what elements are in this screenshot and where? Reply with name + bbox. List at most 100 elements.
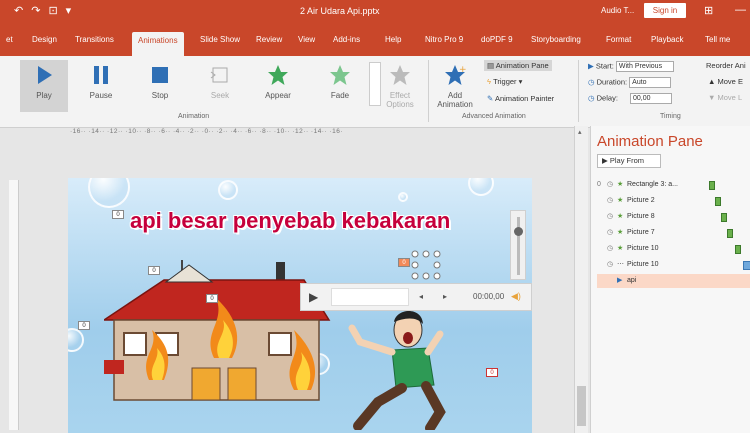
seek-button[interactable]: Seek — [196, 60, 244, 112]
play-from-button[interactable]: ▶ Play From — [597, 154, 661, 168]
animation-item[interactable]: ◷ ★ Picture 10 — [597, 242, 750, 256]
clock-icon: ◷ — [607, 261, 614, 268]
group-label-timing: Timing — [660, 113, 681, 120]
stop-icon — [152, 67, 168, 83]
tab-dopdf[interactable]: doPDF 9 — [481, 35, 513, 44]
start-control: ▶ Start: With Previous — [588, 61, 674, 72]
animation-tag: 0 — [112, 210, 124, 219]
add-animation-button[interactable]: + Add Animation — [432, 60, 478, 112]
media-play-icon[interactable]: ▶ — [309, 290, 318, 304]
speaker-icon[interactable]: ◀) — [511, 291, 521, 302]
stop-button[interactable]: Stop — [136, 60, 184, 112]
volume-slider[interactable] — [510, 210, 526, 280]
start-select[interactable]: With Previous — [615, 61, 674, 72]
fade-star-icon — [330, 65, 350, 85]
volume-thumb[interactable] — [514, 227, 523, 236]
tab-storyboarding[interactable]: Storyboarding — [531, 35, 581, 44]
tab-slide-show[interactable]: Slide Show — [200, 35, 240, 44]
media-forward-icon[interactable]: ▸ — [443, 292, 447, 301]
start-icon: ▶ — [588, 61, 596, 71]
trigger-button[interactable]: ϟ Trigger ▾ — [487, 77, 522, 86]
gallery-scroll[interactable] — [369, 62, 381, 106]
vertical-scrollbar[interactable]: ▴ — [574, 126, 588, 433]
sign-in-button[interactable]: Sign in — [644, 3, 686, 18]
redo-icon[interactable]: ↷ — [31, 4, 40, 17]
appear-star-icon — [268, 65, 288, 85]
duration-field[interactable]: Auto — [629, 77, 672, 88]
tab-view[interactable]: View — [298, 35, 315, 44]
tab-design[interactable]: Design — [32, 35, 57, 44]
animation-painter-button[interactable]: ✎ Animation Painter — [487, 94, 554, 103]
media-player-bar: ▶ ◂ ▸ 00:00,00 ◀) — [300, 283, 532, 311]
document-title: 2 Air Udara Api.pptx — [300, 6, 380, 16]
media-progress-track[interactable] — [331, 288, 409, 306]
tab-add-ins[interactable]: Add-ins — [333, 35, 360, 44]
play-button[interactable]: Play — [20, 60, 68, 112]
delay-clock-icon: ◷ — [588, 93, 597, 103]
animation-tag: 0 — [486, 368, 498, 377]
customize-qat-icon[interactable]: ▾ — [66, 4, 72, 17]
undo-icon[interactable]: ↶ — [14, 4, 23, 17]
tab-tell-me[interactable]: Tell me — [705, 35, 730, 44]
delay-field[interactable]: 00,00 — [630, 93, 672, 104]
media-back-icon[interactable]: ◂ — [419, 292, 423, 301]
fade-effect[interactable]: Fade — [316, 60, 364, 112]
group-separator — [428, 60, 429, 122]
effect-options-button[interactable]: Effect Options — [381, 60, 419, 112]
burning-house-image[interactable] — [104, 260, 334, 405]
tab-help[interactable]: Help — [385, 35, 401, 44]
animation-item[interactable]: 0 ◷ ★ Rectangle 3: a... — [597, 178, 750, 192]
move-up-icon: ▲ — [708, 77, 718, 86]
entrance-star-icon: ★ — [617, 213, 624, 220]
tab-format[interactable]: Format — [606, 35, 631, 44]
clock-icon: ◷ — [607, 213, 614, 220]
entrance-star-icon: ★ — [617, 245, 624, 252]
timeline-bar — [727, 229, 733, 238]
appear-effect[interactable]: Appear — [254, 60, 302, 112]
entrance-star-icon: ★ — [617, 181, 624, 188]
minimize-button[interactable]: — — [735, 4, 746, 16]
animation-item[interactable]: ◷ ★ Picture 2 — [597, 194, 750, 208]
timeline-bar — [709, 181, 715, 190]
quick-access-toolbar: ↶ ↷ ⊡ ▾ — [14, 4, 71, 17]
animation-pane-button[interactable]: ▤ Animation Pane — [484, 60, 552, 71]
bubble-decoration — [68, 328, 84, 352]
animation-tag: 0 — [148, 266, 160, 275]
tab-design-partial[interactable]: et — [6, 35, 13, 44]
svg-text:+: + — [459, 65, 466, 75]
media-play-icon: ▶ — [617, 277, 623, 284]
scroll-up-icon[interactable]: ▴ — [578, 128, 582, 136]
entrance-star-icon: ★ — [617, 197, 624, 204]
tab-animations[interactable]: Animations — [132, 32, 184, 56]
seek-icon — [210, 67, 228, 83]
tab-nitro-pro[interactable]: Nitro Pro 9 — [425, 35, 463, 44]
tab-transitions[interactable]: Transitions — [75, 35, 114, 44]
tab-playback[interactable]: Playback — [651, 35, 683, 44]
tab-review[interactable]: Review — [256, 35, 282, 44]
pause-button[interactable]: Pause — [77, 60, 125, 112]
ribbon-tabs: et Design Transitions Animations Slide S… — [0, 22, 750, 56]
group-separator — [578, 60, 579, 122]
motion-path-icon: ⋯ — [617, 261, 624, 268]
animation-item[interactable]: ◷ ★ Picture 8 — [597, 210, 750, 224]
animation-item-selected[interactable]: ▶ api — [597, 274, 750, 288]
selection-handles[interactable] — [411, 250, 441, 280]
bubble-decoration — [88, 178, 130, 208]
duration-control: ◷ Duration: Auto — [588, 77, 672, 88]
animation-item[interactable]: ◷ ★ Picture 7 — [597, 226, 750, 240]
ribbon-display-icon[interactable]: ⊞ — [704, 4, 713, 17]
start-from-beginning-icon[interactable]: ⊡ — [48, 4, 57, 17]
scroll-thumb[interactable] — [577, 386, 586, 426]
clock-icon: ◷ — [607, 181, 614, 188]
bubble-decoration — [398, 192, 408, 202]
scared-man-image[interactable] — [330, 290, 450, 430]
user-label: Audio T... — [601, 6, 635, 15]
animation-pane: Animation Pane ▶ Play From 0 ◷ ★ Rectangle … — [590, 126, 750, 433]
slide-title[interactable]: api besar penyebab kebakaran — [130, 208, 450, 234]
move-earlier-button[interactable]: ▲ Move E — [708, 77, 743, 86]
animation-pane-icon: ▤ — [487, 61, 496, 70]
move-later-button[interactable]: ▼ Move L — [708, 93, 742, 102]
animation-item[interactable]: ◷ ⋯ Picture 10 — [597, 258, 750, 272]
group-label-animation: Animation — [178, 113, 210, 120]
selected-animation-tag: 0 — [398, 258, 410, 267]
